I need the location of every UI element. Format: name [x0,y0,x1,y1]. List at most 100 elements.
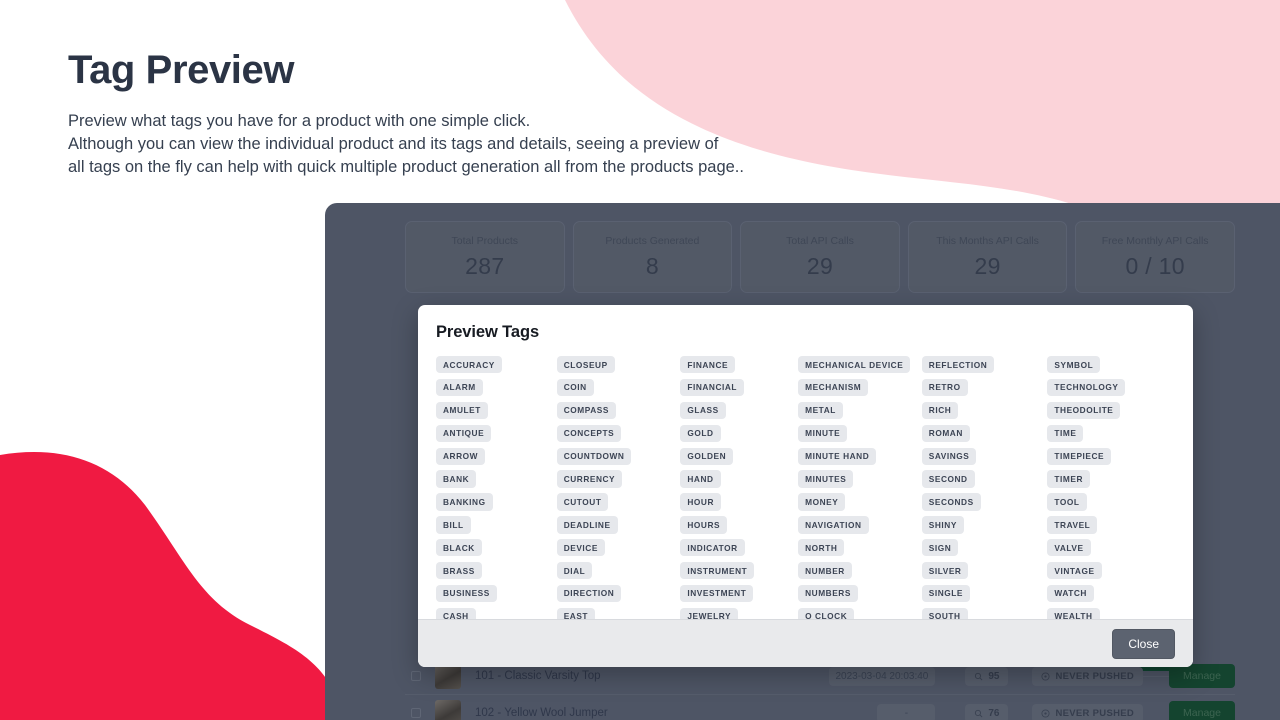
product-thumbnail [435,700,461,720]
tag-column: REFLECTION RETRO RICH ROMAN SAVINGS SECOND SEC… [921,356,1048,619]
tag-pill: SILVER [921,562,969,580]
status-label: NEVER PUSHED [1055,670,1135,682]
products-table: 101 - Classic Varsity Top 2023-03-04 20:… [405,658,1235,720]
tag-pill: TIMEPIECE [1047,447,1112,465]
tag-pill: MECHANISM [798,378,869,397]
tag-pill: CUTOUT [556,493,609,511]
tag-pill: DEVICE [556,539,605,557]
stat-label: Products Generated [605,234,700,247]
tag-pill: NUMBER [798,562,852,580]
status-label: NEVER PUSHED [1055,707,1135,719]
tag-pill: DEADLINE [556,516,618,534]
search-icon [975,709,983,717]
tag-pill: FINANCE [680,356,736,374]
tag-pill: GLASS [680,401,726,420]
tag-pill: TECHNOLOGY [1047,378,1126,397]
preview-tags-modal: Preview Tags ACCURACY ALARM AMULET ANTIQUE A… [418,305,1193,667]
tag-pill: DIAL [556,562,593,580]
table-row[interactable]: 102 - Yellow Wool Jumper - 76 NEVER PUSH… [405,695,1235,720]
page-root: Tag Preview Preview what tags you have f… [0,0,1280,720]
tag-pill: SECOND [921,470,975,488]
tag-pill: BILL [436,516,471,534]
stat-card: This Months API Calls 29 [907,221,1068,293]
tag-pill: VALVE [1047,539,1091,557]
tag-pill: BANKING [436,493,493,511]
tag-pill: TIMER [1047,470,1090,488]
tag-pill: HOUR [680,493,722,511]
tag-pill: FINANCIAL [680,378,745,397]
tag-pill: HAND [680,470,721,488]
status-badge: NEVER PUSHED [1032,666,1144,686]
description-line-2: Although you can view the individual pro… [68,134,719,153]
tag-pill: CURRENCY [556,470,623,488]
tag-pill: MINUTE HAND [798,447,877,465]
manage-button[interactable]: Manage [1169,664,1235,688]
tag-column: CLOSEUP COIN COMPASS CONCEPTS COUNTDOWN CURRE… [556,356,681,619]
tag-pill: THEODOLITE [1047,401,1121,420]
tag-pill: SYMBOL [1047,356,1101,374]
tag-pill: RETRO [921,378,968,397]
tag-pill: ACCURACY [436,356,502,374]
tag-pill: ALARM [436,378,483,397]
tag-pill: BANK [436,470,477,488]
stat-card: Free Monthly API Calls 0 / 10 [1075,221,1235,293]
tag-pill: CASH [436,607,476,619]
tag-pill: HOURS [680,516,728,534]
stats-row: Total Products 287 Products Generated 8 … [405,221,1235,293]
tag-pill: NORTH [798,539,845,557]
stat-value: 29 [974,252,1001,279]
product-title: 102 - Yellow Wool Jumper [475,707,608,719]
modal-body: Preview Tags ACCURACY ALARM AMULET ANTIQUE A… [418,305,1193,619]
tag-pill: BLACK [436,539,482,557]
tag-pill: CLOSEUP [556,356,615,374]
search-icon [975,672,983,680]
tag-count-badge: 95 [965,666,1009,686]
tag-count-badge: 76 [965,703,1009,720]
stat-value: 8 [645,252,659,279]
description-line-3: all tags on the fly can help with quick … [68,157,744,176]
stat-card: Total API Calls 29 [740,221,900,293]
row-checkbox[interactable] [411,708,421,718]
row-checkbox[interactable] [411,671,421,681]
tag-count-value: 95 [988,670,1000,682]
tag-pill: RICH [921,401,959,420]
tag-pill: SOUTH [921,607,968,619]
tag-pill: TOOL [1047,493,1087,511]
stat-card: Products Generated 8 [572,221,733,293]
tag-pill: METAL [798,401,843,420]
page-header: Tag Preview Preview what tags you have f… [68,48,988,179]
tag-pill: COUNTDOWN [556,447,632,465]
tag-pill: TRAVEL [1047,516,1098,534]
tag-pill: CONCEPTS [556,424,622,442]
red-blob-shape [0,452,345,720]
tag-pill: BRASS [436,562,482,580]
stat-label: Total Products [451,234,519,247]
circle-dot-icon [1041,708,1051,718]
circle-dot-icon [1041,671,1051,681]
tag-pill: ROMAN [921,424,970,442]
tag-pill: SECONDS [921,493,981,511]
page-description: Preview what tags you have for a product… [68,110,988,179]
modal-title: Preview Tags [436,323,540,341]
stat-label: Free Monthly API Calls [1101,234,1209,247]
tag-pill: INVESTMENT [680,584,754,603]
status-badge: NEVER PUSHED [1032,703,1144,720]
tag-pill: NUMBERS [798,584,858,603]
tag-count-value: 76 [988,707,1000,719]
tag-pill: MECHANICAL DEVICE [798,356,911,374]
tag-pill: ARROW [436,447,486,465]
stat-value: 0 / 10 [1125,252,1185,279]
tag-pill: INSTRUMENT [680,562,755,580]
stat-label: This Months API Calls [936,234,1039,247]
tag-pill: REFLECTION [921,356,995,374]
tag-pill: EAST [556,607,596,619]
stat-card: Total Products 287 [405,221,565,293]
close-button[interactable]: Close [1112,628,1175,659]
tag-pill: SINGLE [921,584,970,603]
product-date: 2023-03-04 20:03:40 [828,666,936,686]
description-line-1: Preview what tags you have for a product… [68,111,531,130]
tag-pill: COMPASS [556,401,616,420]
tag-pill: VINTAGE [1047,562,1102,580]
tag-pill: JEWELRY [680,607,739,619]
manage-button[interactable]: Manage [1169,701,1235,720]
